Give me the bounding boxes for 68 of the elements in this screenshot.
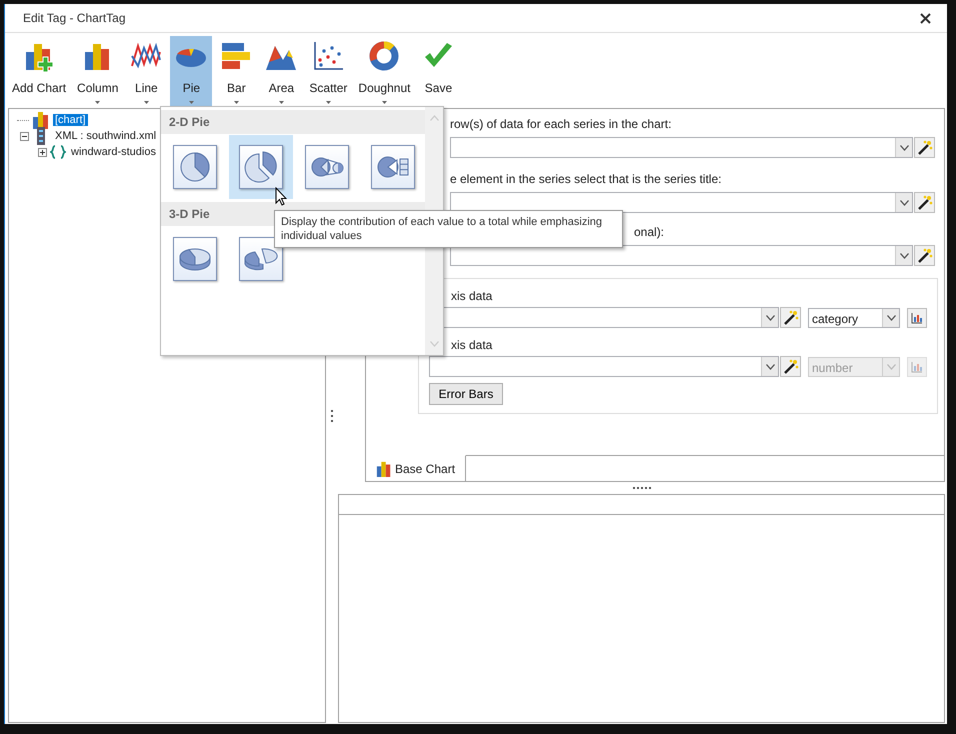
chevron-down-icon bbox=[900, 200, 908, 206]
tooltip: Display the contribution of each value to a total while emphasizing individual values bbox=[274, 210, 623, 248]
caret-icon bbox=[278, 101, 284, 104]
chart-icon bbox=[911, 312, 923, 324]
caret-icon bbox=[188, 101, 194, 104]
chevron-down-icon bbox=[886, 364, 896, 370]
scatter-chart-icon bbox=[312, 40, 344, 72]
doughnut-chart-icon bbox=[368, 40, 400, 72]
magic-wand-icon bbox=[782, 358, 798, 374]
field-label: row(s) of data for each series in the chart: bbox=[450, 116, 672, 133]
bar-of-pie-icon bbox=[371, 145, 415, 189]
toolbar-button[interactable]: Doughnut bbox=[354, 36, 414, 106]
pointer-icon bbox=[275, 187, 287, 206]
caret-icon bbox=[326, 101, 331, 104]
chevron-down-icon bbox=[900, 144, 908, 150]
chart-icon bbox=[911, 360, 923, 372]
toolbar-button[interactable]: Area bbox=[260, 36, 302, 106]
axis-options-button[interactable] bbox=[907, 308, 927, 328]
axis-type-dropdown[interactable]: category bbox=[808, 308, 900, 328]
caret-icon bbox=[144, 101, 149, 104]
caret-icon bbox=[234, 101, 239, 104]
tree-item[interactable]: XML : southwind.xml bbox=[53, 130, 158, 142]
pie-3d-icon bbox=[173, 237, 217, 281]
splitter-handle-icon[interactable] bbox=[632, 487, 650, 489]
wand-button[interactable] bbox=[914, 137, 935, 158]
chart-type-option[interactable] bbox=[229, 135, 293, 199]
chart-icon bbox=[32, 111, 50, 129]
toolbar-button[interactable]: Line bbox=[125, 36, 168, 106]
field-label: xis data bbox=[451, 288, 492, 305]
splitter-handle-icon[interactable] bbox=[331, 410, 333, 422]
magic-wand-icon bbox=[916, 194, 932, 210]
bar-chart-icon bbox=[220, 40, 252, 72]
wand-button[interactable] bbox=[914, 192, 935, 213]
expand-icon[interactable] bbox=[38, 148, 47, 156]
close-icon[interactable] bbox=[920, 12, 931, 24]
chevron-down-icon bbox=[900, 252, 908, 258]
magic-wand-icon bbox=[916, 140, 932, 156]
chevron-down-icon bbox=[886, 314, 896, 320]
toolbar-button[interactable]: Scatter bbox=[305, 36, 352, 106]
field-label: xis data bbox=[451, 337, 492, 354]
chevron-down-icon bbox=[766, 314, 774, 320]
tree-item[interactable]: [chart] bbox=[53, 114, 88, 126]
chevron-down-icon bbox=[766, 364, 774, 370]
field-label: onal): bbox=[633, 224, 664, 241]
chart-icon bbox=[376, 460, 392, 476]
exploded-pie-icon bbox=[239, 145, 283, 189]
tree-item[interactable]: windward-studios bbox=[69, 146, 158, 158]
window-title: Edit Tag - ChartTag bbox=[23, 11, 126, 25]
error-bars-button[interactable]: Error Bars bbox=[429, 383, 503, 405]
field-label: e element in the series select that is the series title: bbox=[450, 171, 722, 188]
pie-of-pie-icon bbox=[305, 145, 349, 189]
magic-wand-icon bbox=[916, 248, 932, 264]
magic-wand-icon bbox=[782, 310, 798, 326]
caret-icon bbox=[95, 101, 100, 104]
toolbar-button[interactable]: Save bbox=[417, 36, 460, 106]
wand-button[interactable] bbox=[914, 245, 935, 266]
exploded-pie-3d-icon bbox=[239, 237, 283, 281]
toolbar-button[interactable]: Column bbox=[73, 36, 122, 106]
wand-button[interactable] bbox=[780, 307, 801, 328]
braces-icon bbox=[50, 145, 66, 159]
wand-button[interactable] bbox=[780, 356, 801, 377]
section-header: 2-D Pie bbox=[161, 110, 425, 134]
toolbar-button[interactable]: Pie bbox=[170, 36, 212, 106]
collapse-icon[interactable] bbox=[20, 132, 29, 140]
toolbar-button[interactable]: Add Chart bbox=[8, 36, 70, 106]
toolbar-button[interactable]: Bar bbox=[215, 36, 258, 106]
pie-chart-icon bbox=[173, 145, 217, 189]
caret-icon bbox=[382, 101, 387, 104]
